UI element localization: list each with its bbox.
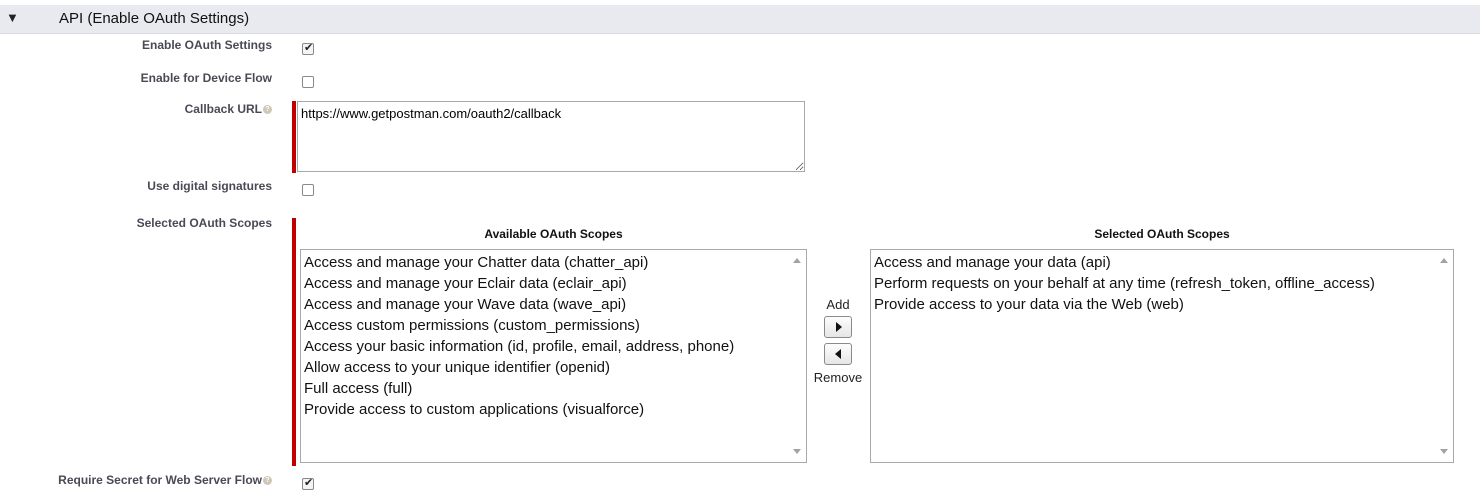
add-label: Add — [826, 297, 850, 312]
section-header[interactable]: ▼ API (Enable OAuth Settings) — [0, 5, 1480, 34]
selected-scopes-options: Access and manage your data (api) Perform… — [874, 252, 1433, 315]
scroll-up-icon[interactable] — [793, 258, 801, 263]
require-secret-label-text: Require Secret for Web Server Flow — [58, 473, 262, 487]
available-scopes-listbox[interactable]: Access and manage your Chatter data (cha… — [300, 249, 807, 463]
scrollbar[interactable] — [1436, 250, 1453, 462]
scope-option[interactable]: Access and manage your Wave data (wave_a… — [304, 294, 786, 315]
enable-oauth-label: Enable OAuth Settings — [141, 38, 272, 52]
selected-scopes-listbox[interactable]: Access and manage your data (api) Perform… — [870, 249, 1454, 463]
selected-scopes-label: Selected OAuth Scopes — [136, 216, 272, 230]
scope-option[interactable]: Access and manage your Eclair data (ecla… — [304, 273, 786, 294]
scope-option[interactable]: Provide access to custom applications (v… — [304, 399, 786, 420]
require-secret-label: Require Secret for Web Server Flow? — [58, 473, 272, 487]
scope-option[interactable]: Allow access to your unique identifier (… — [304, 357, 786, 378]
arrow-right-icon — [836, 322, 842, 332]
digital-signatures-label: Use digital signatures — [147, 179, 272, 193]
checkmark-icon: ✔ — [304, 477, 314, 489]
scope-option[interactable]: Access your basic information (id, profi… — [304, 336, 786, 357]
scope-option[interactable]: Access custom permissions (custom_permis… — [304, 315, 786, 336]
scope-option[interactable]: Access and manage your Chatter data (cha… — [304, 252, 786, 273]
checkmark-icon: ✔ — [304, 42, 314, 54]
remove-label: Remove — [813, 370, 863, 385]
scope-option[interactable]: Access and manage your data (api) — [874, 252, 1433, 273]
help-icon[interactable]: ? — [263, 476, 272, 486]
device-flow-label: Enable for Device Flow — [140, 71, 272, 85]
scope-option[interactable]: Perform requests on your behalf at any t… — [874, 273, 1433, 294]
required-indicator — [292, 218, 296, 466]
remove-button[interactable] — [824, 343, 852, 365]
scroll-up-icon[interactable] — [1440, 258, 1448, 263]
callback-url-label-text: Callback URL — [184, 102, 262, 116]
help-icon[interactable]: ? — [263, 105, 272, 115]
device-flow-checkbox[interactable] — [302, 76, 314, 88]
digital-signatures-checkbox[interactable] — [302, 184, 314, 196]
scrollbar[interactable] — [789, 250, 806, 462]
available-scopes-title: Available OAuth Scopes — [484, 227, 623, 241]
require-secret-checkbox[interactable]: ✔ — [302, 477, 314, 490]
available-scopes-options: Access and manage your Chatter data (cha… — [304, 252, 786, 420]
arrow-left-icon — [835, 349, 841, 359]
selected-scopes-title: Selected OAuth Scopes — [1094, 227, 1230, 241]
scroll-down-icon[interactable] — [793, 449, 801, 454]
scope-option[interactable]: Provide access to your data via the Web … — [874, 294, 1433, 315]
required-indicator — [292, 101, 296, 173]
enable-oauth-checkbox[interactable]: ✔ — [302, 42, 314, 55]
collapse-triangle-icon[interactable]: ▼ — [6, 10, 19, 25]
scroll-down-icon[interactable] — [1440, 449, 1448, 454]
scope-option[interactable]: Full access (full) — [304, 378, 786, 399]
callback-url-textarea[interactable]: https://www.getpostman.com/oauth2/callba… — [297, 101, 805, 172]
callback-url-label: Callback URL? — [185, 102, 272, 116]
add-button[interactable] — [824, 316, 852, 338]
section-title: API (Enable OAuth Settings) — [59, 10, 250, 27]
